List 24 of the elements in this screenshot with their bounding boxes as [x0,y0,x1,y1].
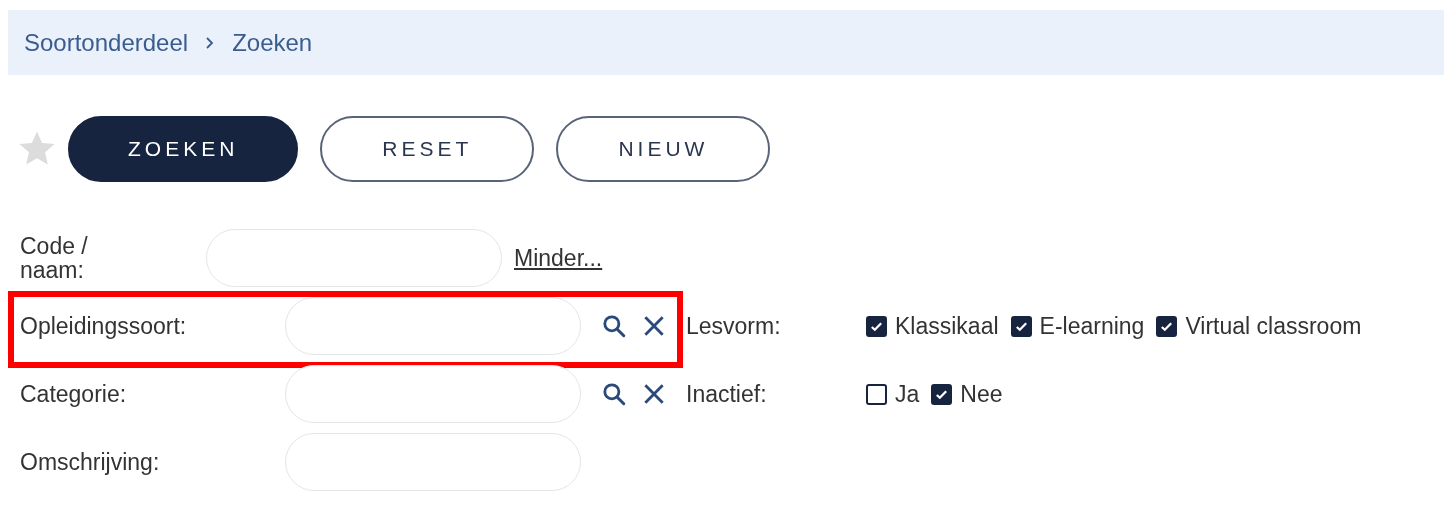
toggle-link[interactable]: Minder... [514,244,603,272]
field-label: Categorie: [20,382,128,406]
checkbox-label: E-learning [1039,312,1145,340]
checkbox[interactable] [866,315,887,337]
action-button[interactable]: NIEUW [556,116,771,182]
checkbox-label: Ja [895,380,920,408]
checkbox[interactable] [1010,315,1032,337]
checkbox-label: Virtual classroom [1185,312,1362,340]
checkbox-label: Nee [960,380,1003,408]
search-icon[interactable] [601,381,627,407]
filter-label: Lesvorm: [686,312,782,340]
filter-label: Inactief: [686,380,768,408]
breadcrumb-item[interactable]: Soortonderdeel [24,28,189,57]
action-button[interactable]: ZOEKEN [68,116,299,182]
search-icon[interactable] [601,313,627,339]
checkbox[interactable] [1156,315,1178,337]
field-label: Opleidingssoort: [20,314,188,338]
field-label: Code / naam: [20,234,89,282]
breadcrumb-item[interactable]: Zoeken [232,28,313,57]
checkbox-label: Klassikaal [895,312,999,340]
checkbox[interactable] [931,383,953,405]
checkbox[interactable] [866,383,887,405]
action-button[interactable]: RESET [320,116,535,182]
field-label: Omschrijving: [20,450,161,474]
